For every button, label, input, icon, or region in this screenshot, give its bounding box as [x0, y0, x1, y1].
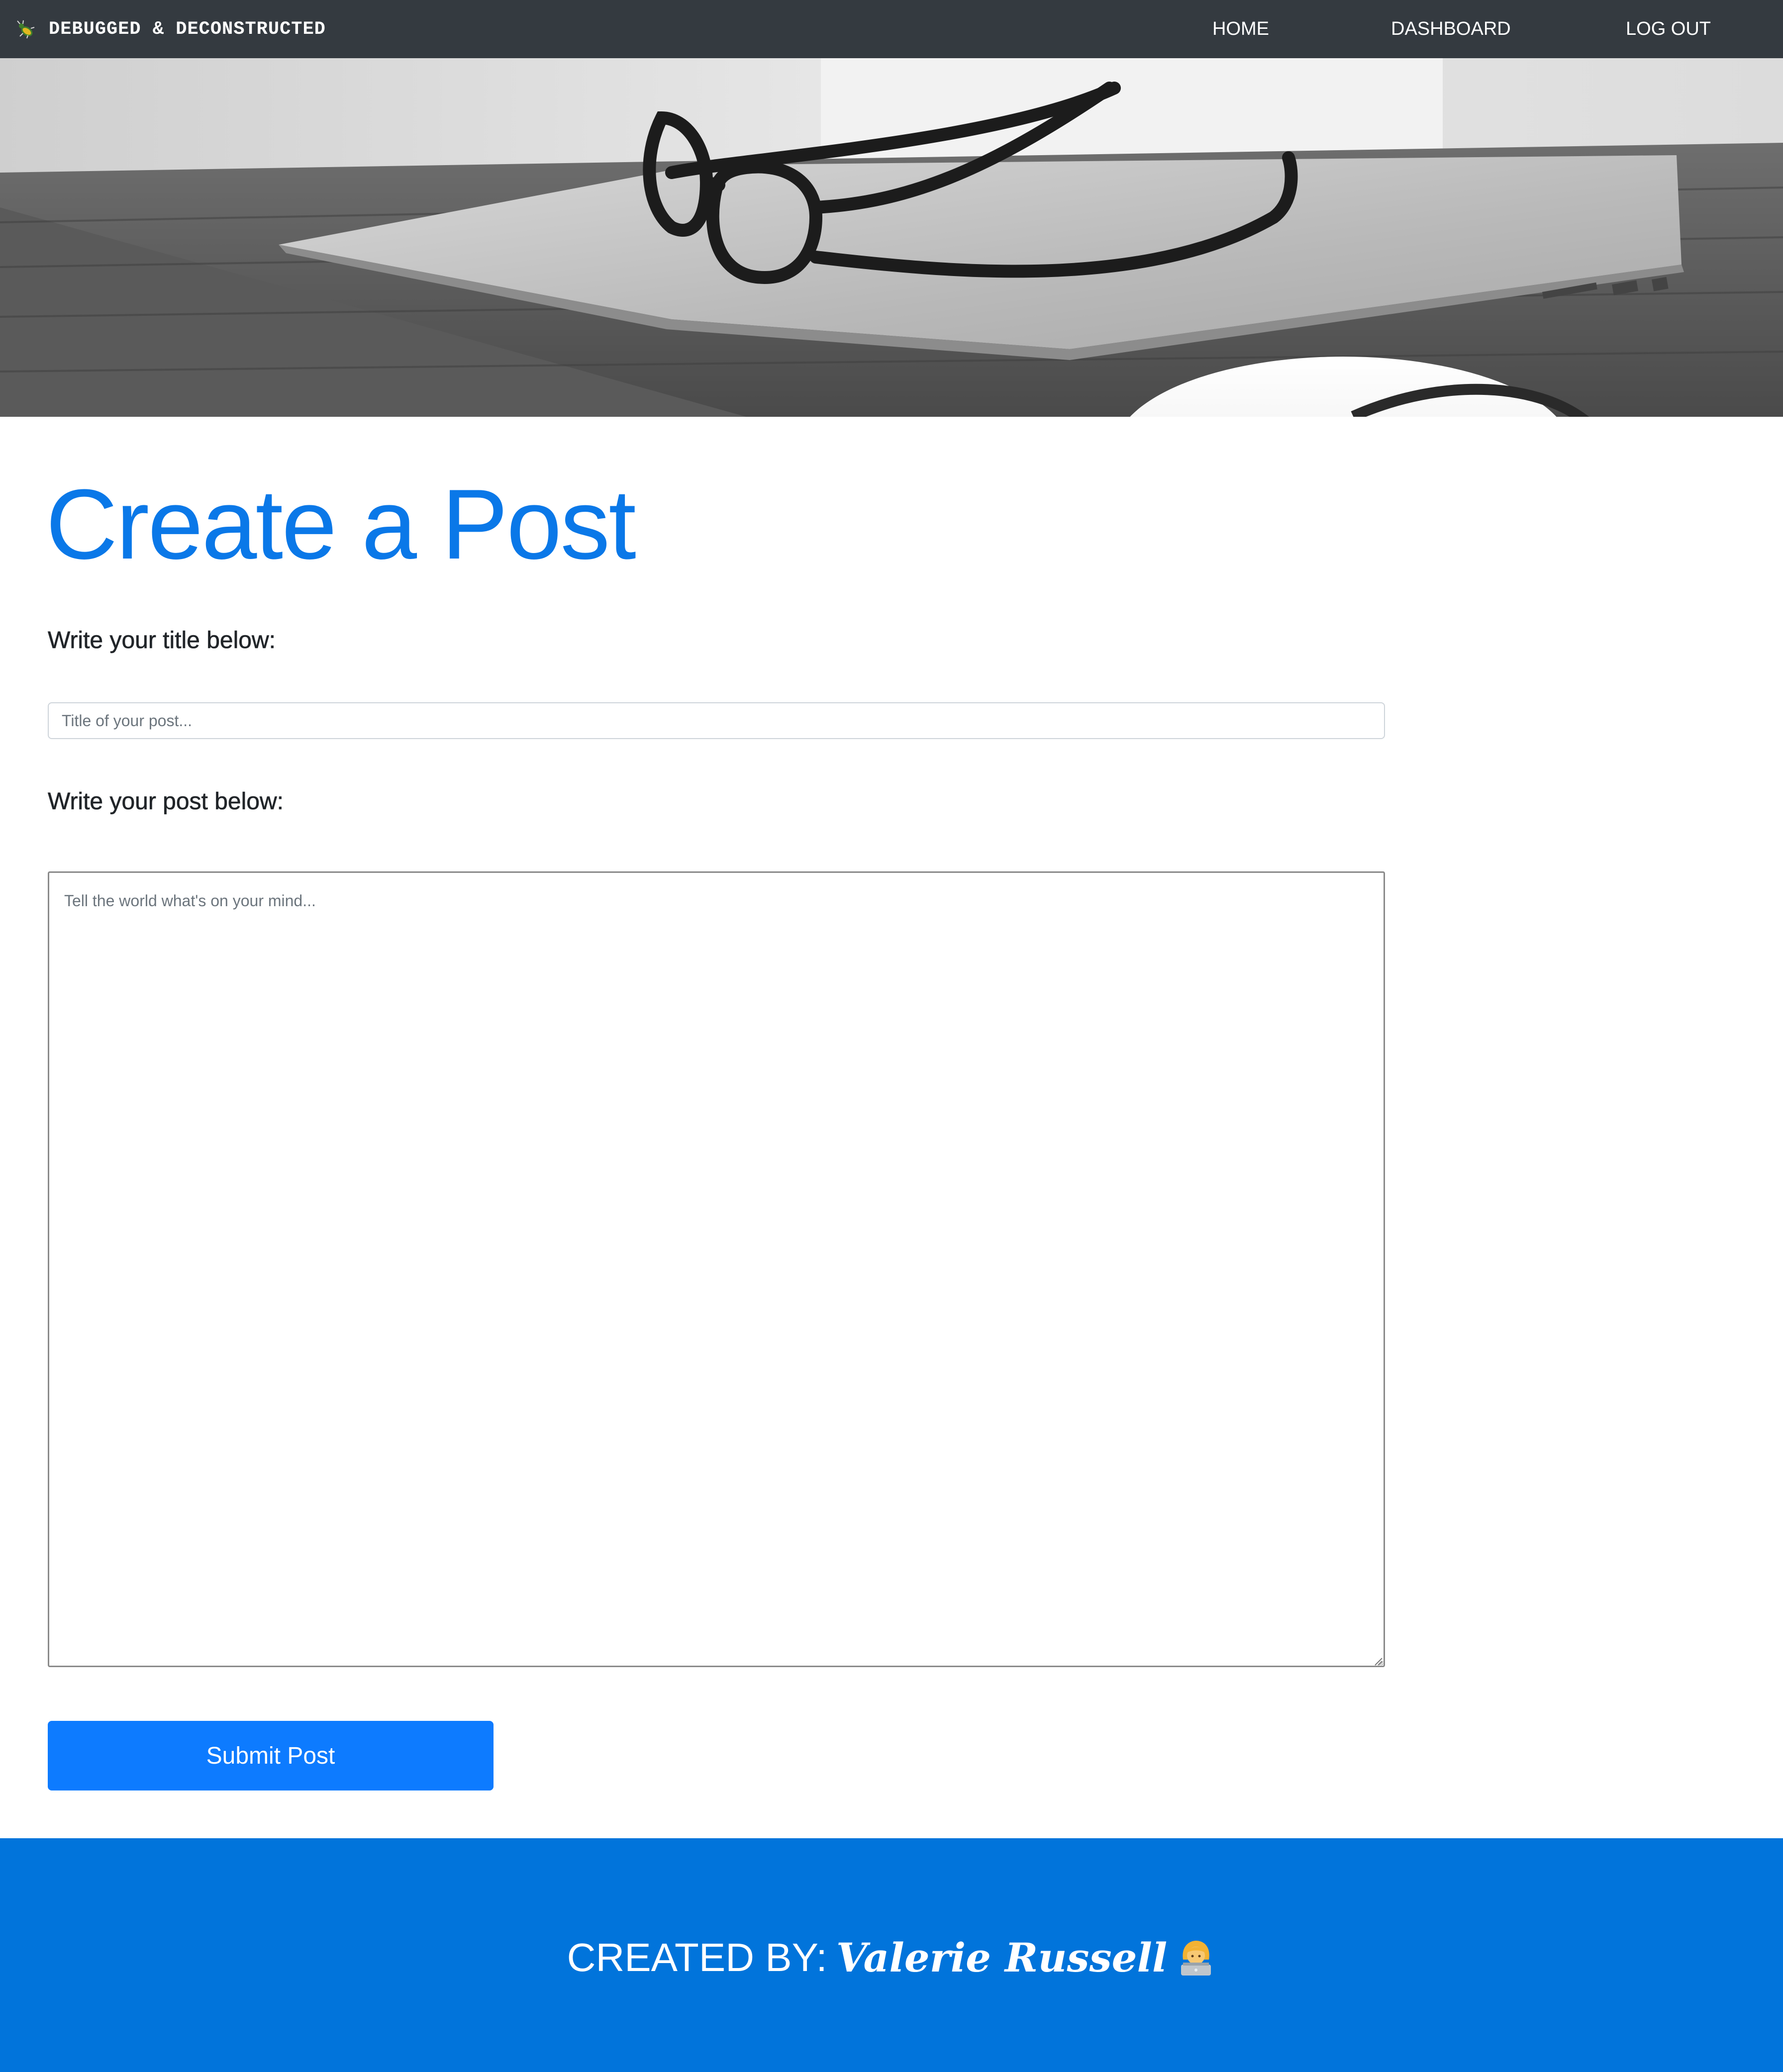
woman-technologist-icon — [1181, 1941, 1211, 1976]
nav-logout-link[interactable]: LOG OUT — [1626, 0, 1711, 58]
bug-icon — [17, 20, 35, 38]
submit-post-button[interactable]: Submit Post — [48, 1721, 494, 1790]
credit-label: CREATED BY: — [567, 1935, 827, 1979]
title-field-label: Write your title below: — [48, 627, 276, 654]
brand[interactable]: DEBUGGED & DECONSTRUCTED — [16, 0, 326, 58]
footer: CREATED BY: Valerie Russell — [0, 1838, 1783, 2072]
nav-dashboard-link[interactable]: DASHBOARD — [1391, 0, 1511, 58]
brand-label: DEBUGGED & DECONSTRUCTED — [49, 18, 326, 40]
resize-handle-icon[interactable] — [1373, 1656, 1383, 1666]
navbar: DEBUGGED & DECONSTRUCTED HOME DASHBOARD … — [0, 0, 1783, 58]
footer-credit: CREATED BY: Valerie Russell — [0, 1928, 1783, 1987]
hero-image — [0, 58, 1783, 417]
post-body-label: Write your post below: — [48, 788, 284, 815]
credit-name: Valerie Russell — [836, 1934, 1168, 1981]
post-title-input[interactable] — [48, 702, 1385, 739]
post-body-textarea[interactable] — [48, 871, 1385, 1667]
nav-home-link[interactable]: HOME — [1212, 0, 1269, 58]
page-title: Create a Post — [46, 469, 636, 580]
